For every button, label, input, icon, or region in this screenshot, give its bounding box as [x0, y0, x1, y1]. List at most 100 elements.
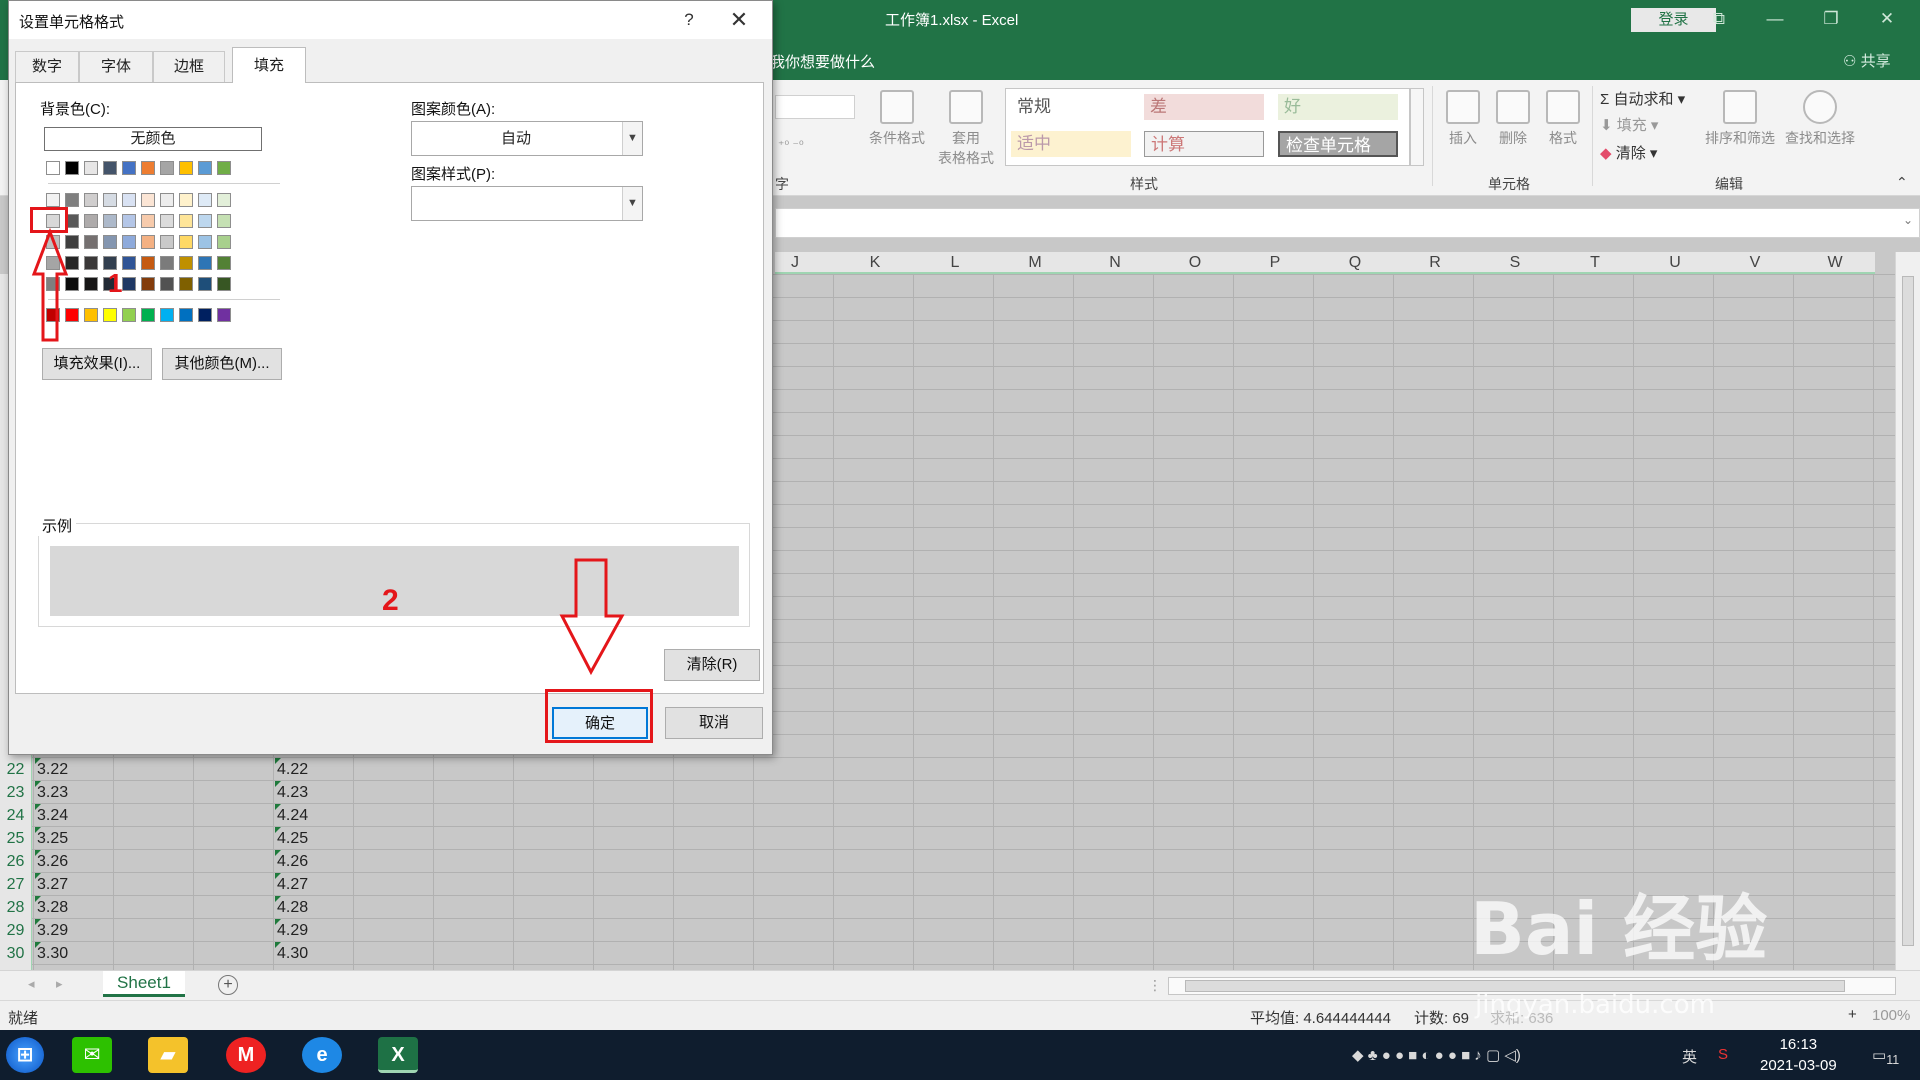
decimal-icons[interactable]: ⁺⁰ ⁻⁰ [778, 138, 804, 152]
standard-color-swatch[interactable] [217, 308, 231, 322]
column-header[interactable]: U [1635, 252, 1715, 274]
color-swatch[interactable] [141, 214, 155, 228]
color-swatch[interactable] [141, 277, 155, 291]
color-swatch[interactable] [122, 235, 136, 249]
column-header[interactable]: O [1155, 252, 1235, 274]
table-cell[interactable]: 4.29 [274, 919, 308, 942]
color-swatch[interactable] [198, 235, 212, 249]
color-swatch[interactable] [122, 161, 136, 175]
color-swatch[interactable] [122, 193, 136, 207]
color-swatch[interactable] [65, 161, 79, 175]
table-cell[interactable]: 4.30 [274, 942, 308, 965]
zoom-in-icon[interactable]: + [1848, 1006, 1857, 1023]
table-cell[interactable]: 3.30 [34, 942, 68, 965]
pattern-color-select[interactable]: 自动 ▼ [411, 121, 643, 156]
column-header[interactable]: T [1555, 252, 1635, 274]
table-cell[interactable]: 3.27 [34, 873, 68, 896]
column-header[interactable]: R [1395, 252, 1475, 274]
find-select-button[interactable]: 查找和选择 [1780, 90, 1860, 148]
tell-me-input[interactable]: 我你想要做什么 [770, 51, 875, 72]
fill-effects-button[interactable]: 填充效果(I)... [42, 348, 152, 380]
chevron-down-icon[interactable]: ▼ [622, 187, 642, 220]
color-swatch[interactable] [46, 193, 60, 207]
color-swatch[interactable] [217, 193, 231, 207]
color-swatch[interactable] [198, 193, 212, 207]
color-swatch[interactable] [141, 161, 155, 175]
table-cell[interactable]: 4.24 [274, 804, 308, 827]
clock[interactable]: 16:13 2021-03-09 [1760, 1034, 1837, 1076]
color-swatch[interactable] [122, 214, 136, 228]
color-swatch[interactable] [198, 256, 212, 270]
table-cell[interactable]: 3.23 [34, 781, 68, 804]
column-header[interactable]: J [775, 252, 815, 274]
standard-color-swatch[interactable] [198, 308, 212, 322]
table-cell[interactable]: 4.22 [274, 758, 308, 781]
row-header[interactable]: 29 [0, 919, 32, 942]
standard-color-swatch[interactable] [84, 308, 98, 322]
color-swatch[interactable] [160, 193, 174, 207]
table-cell[interactable]: 4.26 [274, 850, 308, 873]
ribbon-display-icon[interactable]: ⧉ [1696, 4, 1742, 34]
table-cell[interactable]: 4.23 [274, 781, 308, 804]
column-header[interactable]: K [835, 252, 915, 274]
color-swatch[interactable] [179, 235, 193, 249]
chevron-down-icon[interactable]: ▼ [622, 122, 642, 155]
ie-icon[interactable]: e [302, 1037, 342, 1073]
standard-color-swatch[interactable] [122, 308, 136, 322]
sheet-tab[interactable]: Sheet1 [103, 971, 185, 997]
number-format-combo[interactable] [775, 95, 855, 119]
ime-indicator[interactable]: 英 [1682, 1046, 1697, 1067]
close-icon[interactable]: ✕ [721, 5, 757, 35]
fill-button[interactable]: ⬇ 填充 ▾ [1600, 114, 1658, 135]
color-swatch[interactable] [141, 193, 155, 207]
style-good[interactable]: 好 [1278, 94, 1398, 120]
color-swatch[interactable] [179, 277, 193, 291]
share-button[interactable]: ⚇ 共享 [1843, 50, 1891, 71]
table-cell[interactable]: 4.28 [274, 896, 308, 919]
color-swatch[interactable] [179, 193, 193, 207]
standard-color-swatch[interactable] [160, 308, 174, 322]
table-cell[interactable]: 3.26 [34, 850, 68, 873]
standard-color-swatch[interactable] [179, 308, 193, 322]
row-header[interactable]: 26 [0, 850, 32, 873]
color-swatch[interactable] [179, 161, 193, 175]
column-header[interactable]: N [1075, 252, 1155, 274]
conditional-format-button[interactable]: 条件格式 [862, 90, 932, 148]
color-swatch[interactable] [46, 161, 60, 175]
formula-expand-icon[interactable]: ⌄ [1903, 213, 1913, 227]
clear-button[interactable]: 清除(R) [664, 649, 760, 681]
minimize-icon[interactable]: — [1752, 4, 1798, 34]
color-swatch[interactable] [103, 161, 117, 175]
scroll-thumb[interactable] [1902, 276, 1914, 946]
wechat-icon[interactable]: ✉ [72, 1037, 112, 1073]
standard-color-swatch[interactable] [141, 308, 155, 322]
color-swatch[interactable] [84, 235, 98, 249]
file-explorer-icon[interactable]: ▰ [148, 1037, 188, 1073]
column-header[interactable]: L [915, 252, 995, 274]
vertical-scrollbar[interactable] [1895, 252, 1920, 970]
pattern-style-select[interactable]: ▼ [411, 186, 643, 221]
color-swatch[interactable] [179, 256, 193, 270]
table-cell[interactable]: 4.27 [274, 873, 308, 896]
column-header[interactable]: S [1475, 252, 1555, 274]
row-header[interactable]: 24 [0, 804, 32, 827]
color-swatch[interactable] [160, 256, 174, 270]
style-check-cell[interactable]: 检查单元格 [1278, 131, 1398, 157]
style-calculation[interactable]: 计算 [1144, 131, 1264, 157]
color-swatch[interactable] [160, 277, 174, 291]
delete-button[interactable]: 删除 [1490, 90, 1536, 148]
tab-font[interactable]: 字体 [79, 51, 153, 82]
cancel-button[interactable]: 取消 [665, 707, 763, 739]
collapse-ribbon-icon[interactable]: ⌃ [1896, 174, 1908, 191]
formula-bar[interactable]: ⌄ [775, 208, 1920, 238]
table-cell[interactable]: 3.24 [34, 804, 68, 827]
format-button[interactable]: 格式 [1540, 90, 1586, 148]
style-neutral[interactable]: 适中 [1011, 131, 1131, 157]
style-bad[interactable]: 差 [1144, 94, 1264, 120]
tab-border[interactable]: 边框 [153, 51, 225, 82]
color-swatch[interactable] [122, 256, 136, 270]
color-swatch[interactable] [141, 256, 155, 270]
zoom-level[interactable]: 100% [1872, 1007, 1910, 1024]
color-swatch[interactable] [103, 214, 117, 228]
table-cell[interactable]: 3.22 [34, 758, 68, 781]
